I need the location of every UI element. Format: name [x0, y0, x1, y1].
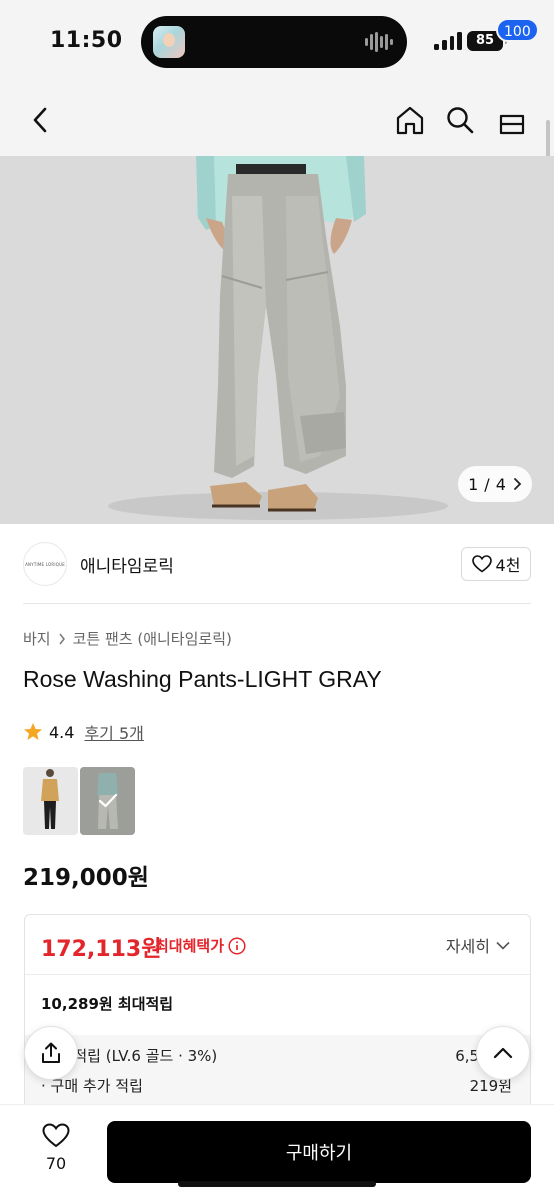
image-index-separator: / — [484, 474, 490, 494]
image-total-count: 4 — [495, 474, 506, 494]
share-button[interactable] — [24, 1026, 78, 1080]
star-icon — [24, 723, 42, 740]
chevron-down-icon — [496, 941, 510, 950]
product-title: Rose Washing Pants-LIGHT GRAY — [23, 666, 382, 692]
breadcrumb-subcategory[interactable]: 코튼 팬츠 (애니타임로릭) — [73, 628, 232, 649]
search-icon — [447, 107, 474, 134]
home-indicator — [178, 1181, 376, 1187]
max-benefit-label: 최대혜택가 — [155, 935, 246, 956]
chevron-up-icon — [493, 1047, 513, 1059]
color-option-thumbnail[interactable] — [23, 767, 78, 835]
breadcrumb-category[interactable]: 바지 — [23, 628, 51, 649]
buy-button[interactable]: 구매하기 — [107, 1121, 531, 1183]
image-current-index: 1 — [468, 474, 479, 494]
wishlist-button[interactable]: 70 — [30, 1123, 82, 1183]
status-time: 11:50 — [50, 28, 123, 53]
back-button[interactable] — [20, 100, 60, 140]
points-breakdown: 등급 적립 (LV.6 골드 · 3%) 6,570원 · 구매 추가 적립 2… — [25, 1035, 530, 1113]
checkmark-icon — [98, 793, 118, 808]
benefit-detail-label: 자세히 — [445, 937, 490, 956]
home-icon — [396, 106, 424, 135]
image-pager-button[interactable]: 1 / 4 — [458, 466, 532, 502]
chevron-right-icon — [513, 478, 522, 490]
home-button[interactable] — [390, 100, 430, 140]
cart-icon — [499, 114, 525, 135]
brand-like-button[interactable]: 4천 — [461, 547, 531, 581]
section-divider — [23, 603, 531, 604]
brand-name[interactable]: 애니타임로릭 — [80, 552, 174, 577]
points-row: · 구매 추가 적립 219원 — [41, 1075, 512, 1096]
points-row: 등급 적립 (LV.6 골드 · 3%) 6,570원 — [41, 1045, 512, 1066]
heart-icon — [471, 555, 492, 573]
color-option-thumbnail-selected[interactable] — [80, 767, 135, 835]
benefit-panel: 172,113원 최대혜택가 자세히 10,289원 최대적립 등급 적립 (L… — [24, 914, 531, 1114]
thumbnail-image — [23, 767, 78, 835]
top-navigation — [0, 84, 554, 156]
color-options — [23, 767, 135, 835]
points-total: 10,289원 최대적립 — [41, 995, 174, 1013]
product-rating: 4.4 후기 5개 — [23, 720, 144, 744]
audio-waveform-icon — [365, 32, 393, 52]
breadcrumb: 바지 코튼 팬츠 (애니타임로릭) — [23, 628, 232, 649]
heart-icon — [42, 1123, 70, 1148]
brand-logo[interactable]: ANYTIME LORIQUE — [23, 542, 67, 586]
brand-row: ANYTIME LORIQUE 애니타임로릭 4천 — [0, 524, 554, 604]
scroll-to-top-button[interactable] — [476, 1026, 530, 1080]
info-icon[interactable] — [228, 936, 246, 955]
status-bar: 11:50 85 — [0, 0, 554, 84]
brand-like-count: 4천 — [495, 556, 521, 575]
max-benefit-label-text: 최대혜택가 — [155, 937, 225, 955]
rating-score: 4.4 — [49, 722, 75, 742]
max-benefit-header: 172,113원 최대혜택가 자세히 — [25, 915, 530, 975]
dynamic-island[interactable] — [141, 16, 407, 68]
max-benefit-price: 172,113원 — [41, 937, 162, 962]
review-count-link[interactable]: 후기 5개 — [84, 720, 143, 744]
chevron-left-icon — [33, 107, 47, 133]
benefit-detail-button[interactable]: 자세히 — [446, 933, 510, 957]
search-button[interactable] — [440, 100, 480, 140]
chevron-right-icon — [59, 633, 65, 644]
cart-count-badge: 100 — [496, 18, 539, 42]
share-icon — [42, 1042, 60, 1063]
wishlist-count: 70 — [45, 1154, 67, 1173]
cellular-signal-icon — [434, 32, 462, 50]
product-price: 219,000원 — [23, 865, 149, 891]
now-playing-artwork — [153, 26, 185, 58]
cart-button[interactable] — [492, 100, 532, 140]
